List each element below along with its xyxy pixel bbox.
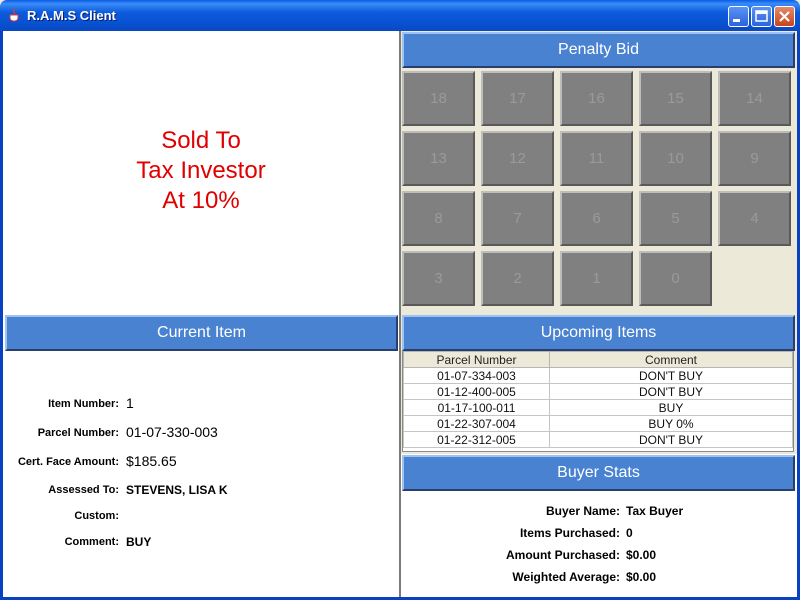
table-row[interactable]: 01-12-400-005 DON'T BUY [403,383,793,400]
comment-cell: BUY [549,399,793,416]
parcel-number-row: Parcel Number: 01-07-330-003 [3,423,399,445]
bid-button[interactable]: 6 [560,191,633,246]
upcoming-items-table: Parcel Number Comment 01-07-334-003 DON'… [403,351,793,448]
bid-button[interactable]: 7 [481,191,554,246]
table-row[interactable]: 01-22-312-005 DON'T BUY [403,431,793,448]
bid-button[interactable]: 10 [639,131,712,186]
bid-button[interactable]: 14 [718,71,791,126]
items-purchased-value: 0 [626,526,633,540]
window-frame: Sold To Tax Investor At 10% Penalty Bid … [0,31,800,600]
face-amount-label: Cert. Face Amount: [17,456,119,468]
comment-cell: DON'T BUY [549,367,793,384]
buyer-name-label: Buyer Name: [545,504,620,518]
sold-message: Sold To Tax Investor At 10% [3,126,399,216]
close-icon [779,11,790,22]
item-number-label: Item Number: [48,398,119,410]
bid-button[interactable]: 3 [402,251,475,306]
window-title: R.A.M.S Client [27,8,116,23]
minimize-button[interactable] [728,6,749,27]
penalty-bid-header: Penalty Bid [402,32,795,68]
sold-line: Sold To [161,127,241,154]
maximize-button[interactable] [751,6,772,27]
table-header-row: Parcel Number Comment [403,351,793,368]
comment-row: Comment: BUY [3,532,399,554]
buyer-stats-panel: Buyer Stats Buyer Name: Tax Buyer Items … [400,454,797,597]
table-row[interactable]: 01-07-334-003 DON'T BUY [403,367,793,384]
assessed-to-value: STEVENS, LISA K [126,483,228,497]
sold-panel: Sold To Tax Investor At 10% [3,31,400,313]
minimize-icon [733,19,740,22]
bid-button[interactable]: 1 [560,251,633,306]
custom-row: Custom: [3,506,399,528]
parcel-number-label: Parcel Number: [37,427,119,439]
parcel-cell: 01-12-400-005 [403,383,550,400]
item-number-row: Item Number: 1 [3,394,399,416]
buyer-name-value: Tax Buyer [626,504,684,518]
current-item-panel: Current Item Item Number: 1 Parcel Numbe… [3,313,400,597]
maximize-icon [755,10,768,22]
column-header-parcel[interactable]: Parcel Number [403,351,550,368]
table-row[interactable]: 01-17-100-011 BUY [403,399,793,416]
items-purchased-row: Items Purchased: 0 [400,523,792,545]
comment-cell: DON'T BUY [549,431,793,448]
bid-button[interactable]: 13 [402,131,475,186]
parcel-cell: 01-17-100-011 [403,399,550,416]
assessed-to-label: Assessed To: [48,484,119,496]
table-row[interactable]: 01-22-307-004 BUY 0% [403,415,793,432]
buyer-stats-header: Buyer Stats [402,455,795,491]
bid-button[interactable]: 9 [718,131,791,186]
bid-button[interactable]: 11 [560,131,633,186]
java-cup-icon [9,8,19,22]
title-bar[interactable]: R.A.M.S Client [0,0,800,31]
amount-purchased-value: $0.00 [626,548,657,562]
face-amount-value: $185.65 [126,453,177,469]
bid-button[interactable]: 12 [481,131,554,186]
bid-button[interactable]: 5 [639,191,712,246]
amount-purchased-label: Amount Purchased: [505,548,620,562]
comment-cell: DON'T BUY [549,383,793,400]
app-window: R.A.M.S Client Sold To Tax Investor At 1… [0,0,800,600]
comment-value: BUY [126,535,152,549]
parcel-cell: 01-22-312-005 [403,431,550,448]
bid-button[interactable]: 8 [402,191,475,246]
bid-button[interactable]: 4 [718,191,791,246]
sold-line: At 10% [162,187,240,214]
vertical-divider [399,31,401,597]
penalty-bid-panel: Penalty Bid 18 17 16 15 14 13 12 11 10 9… [400,31,797,313]
client-area: Sold To Tax Investor At 10% Penalty Bid … [3,31,797,597]
bid-button[interactable]: 0 [639,251,712,306]
upcoming-items-header: Upcoming Items [402,315,795,351]
close-button[interactable] [774,6,795,27]
custom-label: Custom: [74,510,119,522]
weighted-average-label: Weighted Average: [512,570,620,584]
sold-line: Tax Investor [136,157,266,184]
current-item-header: Current Item [5,315,398,351]
parcel-cell: 01-07-334-003 [403,367,550,384]
parcel-number-value: 01-07-330-003 [126,424,218,440]
comment-label: Comment: [64,536,119,548]
bid-button[interactable]: 17 [481,71,554,126]
face-amount-row: Cert. Face Amount: $185.65 [3,452,399,474]
weighted-average-row: Weighted Average: $0.00 [400,567,792,589]
parcel-cell: 01-22-307-004 [403,415,550,432]
bid-button[interactable]: 15 [639,71,712,126]
item-number-value: 1 [126,395,134,411]
comment-cell: BUY 0% [549,415,793,432]
bid-button[interactable]: 2 [481,251,554,306]
amount-purchased-row: Amount Purchased: $0.00 [400,545,792,567]
upcoming-items-panel: Upcoming Items Parcel Number Comment 01-… [400,313,797,454]
column-header-comment[interactable]: Comment [549,351,793,368]
bid-button[interactable]: 18 [402,71,475,126]
assessed-to-row: Assessed To: STEVENS, LISA K [3,480,399,502]
bid-button[interactable]: 16 [560,71,633,126]
items-purchased-label: Items Purchased: [519,526,620,540]
weighted-average-value: $0.00 [626,570,657,584]
buyer-name-row: Buyer Name: Tax Buyer [400,501,792,523]
